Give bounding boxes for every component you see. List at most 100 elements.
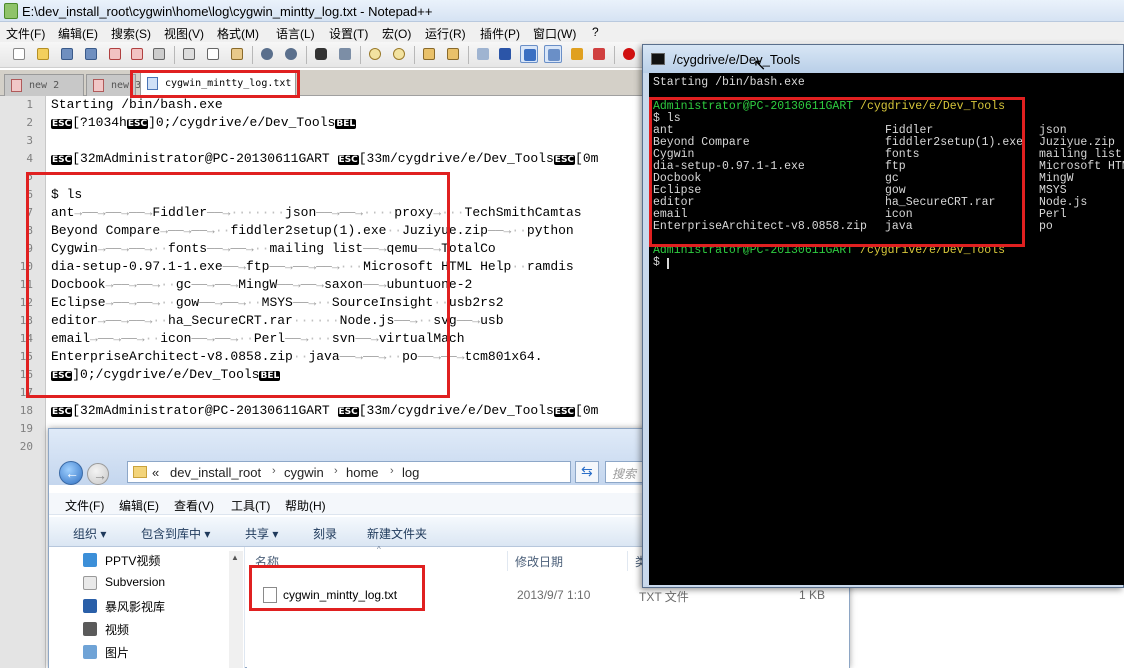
menu-window[interactable]: 窗口(W) <box>533 25 576 42</box>
close-icon[interactable] <box>106 45 124 63</box>
esc-marker: ESC <box>126 119 149 129</box>
column-header-date[interactable]: 修改日期 <box>515 553 563 570</box>
nav-item-baofeng[interactable]: 暴风影视库 <box>79 595 239 617</box>
menu-edit[interactable]: 编辑(E) <box>58 25 98 42</box>
menu-run[interactable]: 运行(R) <box>425 25 466 42</box>
nav-item-videos[interactable]: 视频 <box>79 618 239 640</box>
column-divider[interactable] <box>627 551 628 571</box>
terminal-input-line[interactable]: $ <box>653 257 667 269</box>
menu-settings[interactable]: 设置(T) <box>329 25 368 42</box>
breadcrumb-home[interactable]: home <box>346 465 379 480</box>
toolbar-separator <box>174 46 175 64</box>
show-all-chars-icon[interactable] <box>496 45 514 63</box>
menu-macro[interactable]: 宏(O) <box>382 25 411 42</box>
breadcrumb-cygwin[interactable]: cygwin <box>284 465 324 480</box>
chevron-right-icon: › <box>390 465 394 477</box>
search-placeholder: 搜索 <box>612 467 637 481</box>
refresh-button[interactable]: ⇆ <box>575 461 599 483</box>
save-icon[interactable] <box>58 45 76 63</box>
zoom-in-icon[interactable] <box>366 45 384 63</box>
sync-vertical-icon[interactable] <box>420 45 438 63</box>
sort-ascending-icon: ^ <box>377 545 381 554</box>
esc-marker: ESC <box>337 155 359 165</box>
notepadpp-icon <box>4 3 18 19</box>
copy-icon[interactable] <box>204 45 222 63</box>
include-in-library-button[interactable]: 包含到库中 ▾ <box>141 525 210 542</box>
cut-icon[interactable] <box>180 45 198 63</box>
toolbar-separator <box>360 46 361 64</box>
back-button[interactable]: ← <box>59 461 83 485</box>
file-icon <box>11 79 22 92</box>
nav-item-pptv[interactable]: PPTV视频 <box>79 549 239 571</box>
esc-marker: ESC <box>553 407 576 417</box>
burn-button[interactable]: 刻录 <box>313 525 337 542</box>
print-icon[interactable] <box>150 45 168 63</box>
record-macro-icon[interactable] <box>620 45 638 63</box>
breadcrumb-dev-install-root[interactable]: dev_install_root <box>170 465 261 480</box>
ls-terminal-highlight-box <box>649 97 1025 247</box>
folder-icon <box>133 466 147 478</box>
open-file-icon[interactable] <box>34 45 52 63</box>
menu-plugins[interactable]: 插件(P) <box>480 25 520 42</box>
function-list-icon[interactable] <box>590 45 608 63</box>
forward-button[interactable]: → <box>87 463 109 485</box>
esc-marker: ESC <box>553 155 576 165</box>
word-wrap-icon[interactable] <box>474 45 492 63</box>
ls-output-highlight-box <box>26 172 450 398</box>
menu-bar: 文件(F) 编辑(E) 搜索(S) 视图(V) 格式(M) 语言(L) 设置(T… <box>0 22 1124 42</box>
replace-icon[interactable] <box>336 45 354 63</box>
paste-icon[interactable] <box>228 45 246 63</box>
language-icon[interactable] <box>544 45 562 63</box>
text-cursor <box>667 258 669 269</box>
folder-icon <box>83 576 97 590</box>
menu-tools[interactable]: 工具(T) <box>231 497 270 514</box>
menu-help[interactable]: 帮助(H) <box>285 497 326 514</box>
save-all-icon[interactable] <box>82 45 100 63</box>
zoom-out-icon[interactable] <box>390 45 408 63</box>
address-input[interactable]: « dev_install_root › cygwin › home › log… <box>127 461 643 483</box>
refresh-icon: ⇆ <box>581 463 593 479</box>
tab-new-3[interactable]: new 3 <box>86 74 141 96</box>
menu-format[interactable]: 格式(M) <box>217 25 259 42</box>
menu-view[interactable]: 视图(V) <box>164 25 204 42</box>
tab-new-2[interactable]: new 2 <box>4 74 84 96</box>
redo-icon[interactable] <box>282 45 300 63</box>
breadcrumb-overflow[interactable]: « <box>152 465 159 480</box>
menu-language[interactable]: 语言(L) <box>276 25 315 42</box>
menu-view[interactable]: 查看(V) <box>174 497 214 514</box>
terminal-title-bar: /cygdrive/e/Dev_Tools ↖ <box>643 45 1123 74</box>
close-all-icon[interactable] <box>128 45 146 63</box>
sync-horizontal-icon[interactable] <box>444 45 462 63</box>
toolbar-separator <box>252 46 253 64</box>
mintty-window: /cygdrive/e/Dev_Tools ↖ Starting /bin/ba… <box>642 44 1124 588</box>
share-button[interactable]: 共享 ▾ <box>245 525 278 542</box>
new-file-icon[interactable] <box>10 45 28 63</box>
breadcrumb-log[interactable]: log <box>402 465 419 480</box>
scroll-up-icon[interactable]: ▲ <box>231 553 239 562</box>
tab-label: new 2 <box>29 80 60 91</box>
nav-scrollbar[interactable]: ▲ <box>229 551 243 668</box>
menu-help[interactable]: ? <box>592 25 599 39</box>
menu-edit[interactable]: 编辑(E) <box>119 497 159 514</box>
menu-search[interactable]: 搜索(S) <box>111 25 151 42</box>
menu-file[interactable]: 文件(F) <box>65 497 104 514</box>
esc-marker: ESC <box>51 119 73 129</box>
toolbar-separator <box>614 46 615 64</box>
new-folder-button[interactable]: 新建文件夹 <box>367 525 427 542</box>
undo-icon[interactable] <box>258 45 276 63</box>
library-icon <box>83 599 97 613</box>
file-highlight-box <box>249 565 425 611</box>
file-icon <box>93 79 104 92</box>
file-size: 1 KB <box>799 588 826 602</box>
toolbar-separator <box>306 46 307 64</box>
document-map-icon[interactable] <box>568 45 586 63</box>
indent-guide-icon[interactable] <box>520 45 538 63</box>
nav-item-subversion[interactable]: Subversion <box>79 572 239 594</box>
mouse-pointer-icon: ↖ <box>753 57 767 74</box>
esc-marker: ESC <box>337 407 359 417</box>
nav-item-pictures[interactable]: 图片 <box>79 641 239 663</box>
organize-button[interactable]: 组织 ▾ <box>73 525 106 542</box>
find-icon[interactable] <box>312 45 330 63</box>
column-divider[interactable] <box>507 551 508 571</box>
menu-file[interactable]: 文件(F) <box>6 25 45 42</box>
